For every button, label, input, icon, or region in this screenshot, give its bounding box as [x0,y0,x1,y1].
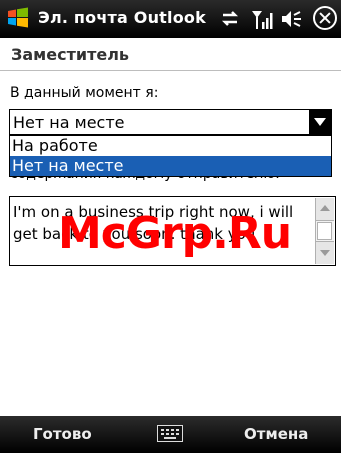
speaker-icon[interactable] [280,8,302,30]
scroll-down-icon[interactable] [316,241,334,264]
status-bar: Эл. почта Outlook [0,0,341,38]
status-dropdown-list[interactable]: На работе Нет на месте [9,135,332,177]
status-label: В данный момент я: [10,85,159,101]
combo-value: Нет на месте [13,113,125,132]
page-title: Заместитель [11,45,130,64]
windows-logo-icon[interactable] [6,6,30,30]
signal-icon[interactable] [251,8,273,30]
watermark: McGrp.Ru [58,208,292,259]
scroll-up-icon[interactable] [316,198,334,221]
textarea-scrollbar[interactable] [315,198,334,264]
done-softkey[interactable]: Готово [33,425,92,443]
status-combobox[interactable]: Нет на месте [9,109,332,135]
softkey-bar: Готово Отмена [0,416,341,453]
option-away[interactable]: Нет на месте [10,156,331,176]
page-header: Заместитель [0,38,341,71]
chevron-down-icon[interactable] [309,110,331,134]
keyboard-icon[interactable] [157,425,183,442]
cancel-softkey[interactable]: Отмена [244,425,308,443]
close-icon[interactable] [313,6,337,30]
app-title: Эл. почта Outlook [38,8,206,27]
scroll-thumb[interactable] [317,222,332,240]
data-connection-icon[interactable] [220,8,240,30]
option-at-work[interactable]: На работе [10,136,331,156]
